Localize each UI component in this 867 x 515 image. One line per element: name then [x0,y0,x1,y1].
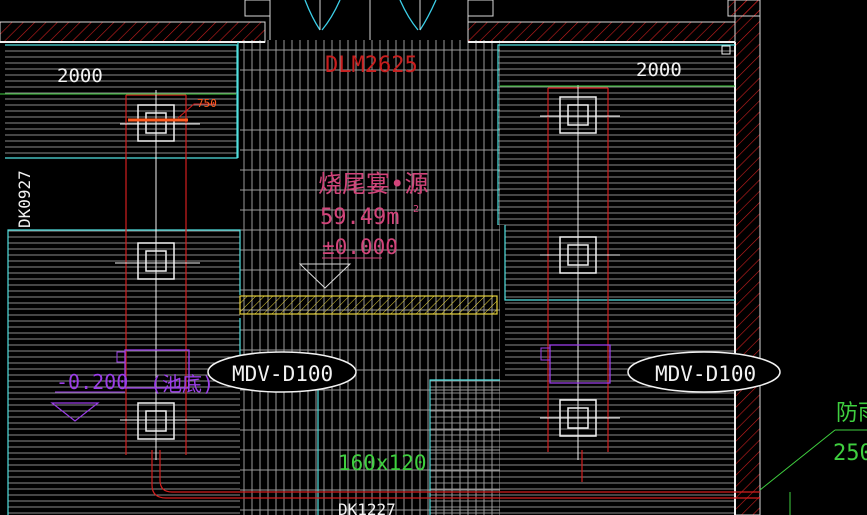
window-code-left: DK0927 [15,170,34,228]
pool-level: -0.200 [56,370,128,394]
dim-left-top: 2000 [57,65,103,87]
note-top: 防雨 [836,401,867,426]
mdv-left-label: MDV-D100 [232,362,333,386]
room-area-sup: 2 [413,204,419,215]
room-name: 烧尾宴•源 [318,170,428,198]
plan-drawing: DLM2625 2000 2000 750 DK0927 烧尾宴•源 59.49… [0,0,867,515]
cad-floor-plan: DLM2625 2000 2000 750 DK0927 烧尾宴•源 59.49… [0,0,867,515]
double-door [244,0,494,40]
beam [239,295,498,315]
room-area: 59.49m [320,205,399,230]
dim-right-top: 2000 [636,59,682,81]
pipe-tag-label: 750 [197,97,217,110]
floor-hatch [5,40,735,515]
note-bottom: 250 [833,441,867,466]
window-code-bottom: DK1227 [338,500,396,515]
door-code-label: DLM2625 [325,53,418,78]
pool-bottom: (池底) [150,372,214,396]
mdv-right-label: MDV-D100 [655,362,756,386]
duct-size: 160x120 [338,451,427,475]
room-level: ±0.000 [322,235,398,259]
